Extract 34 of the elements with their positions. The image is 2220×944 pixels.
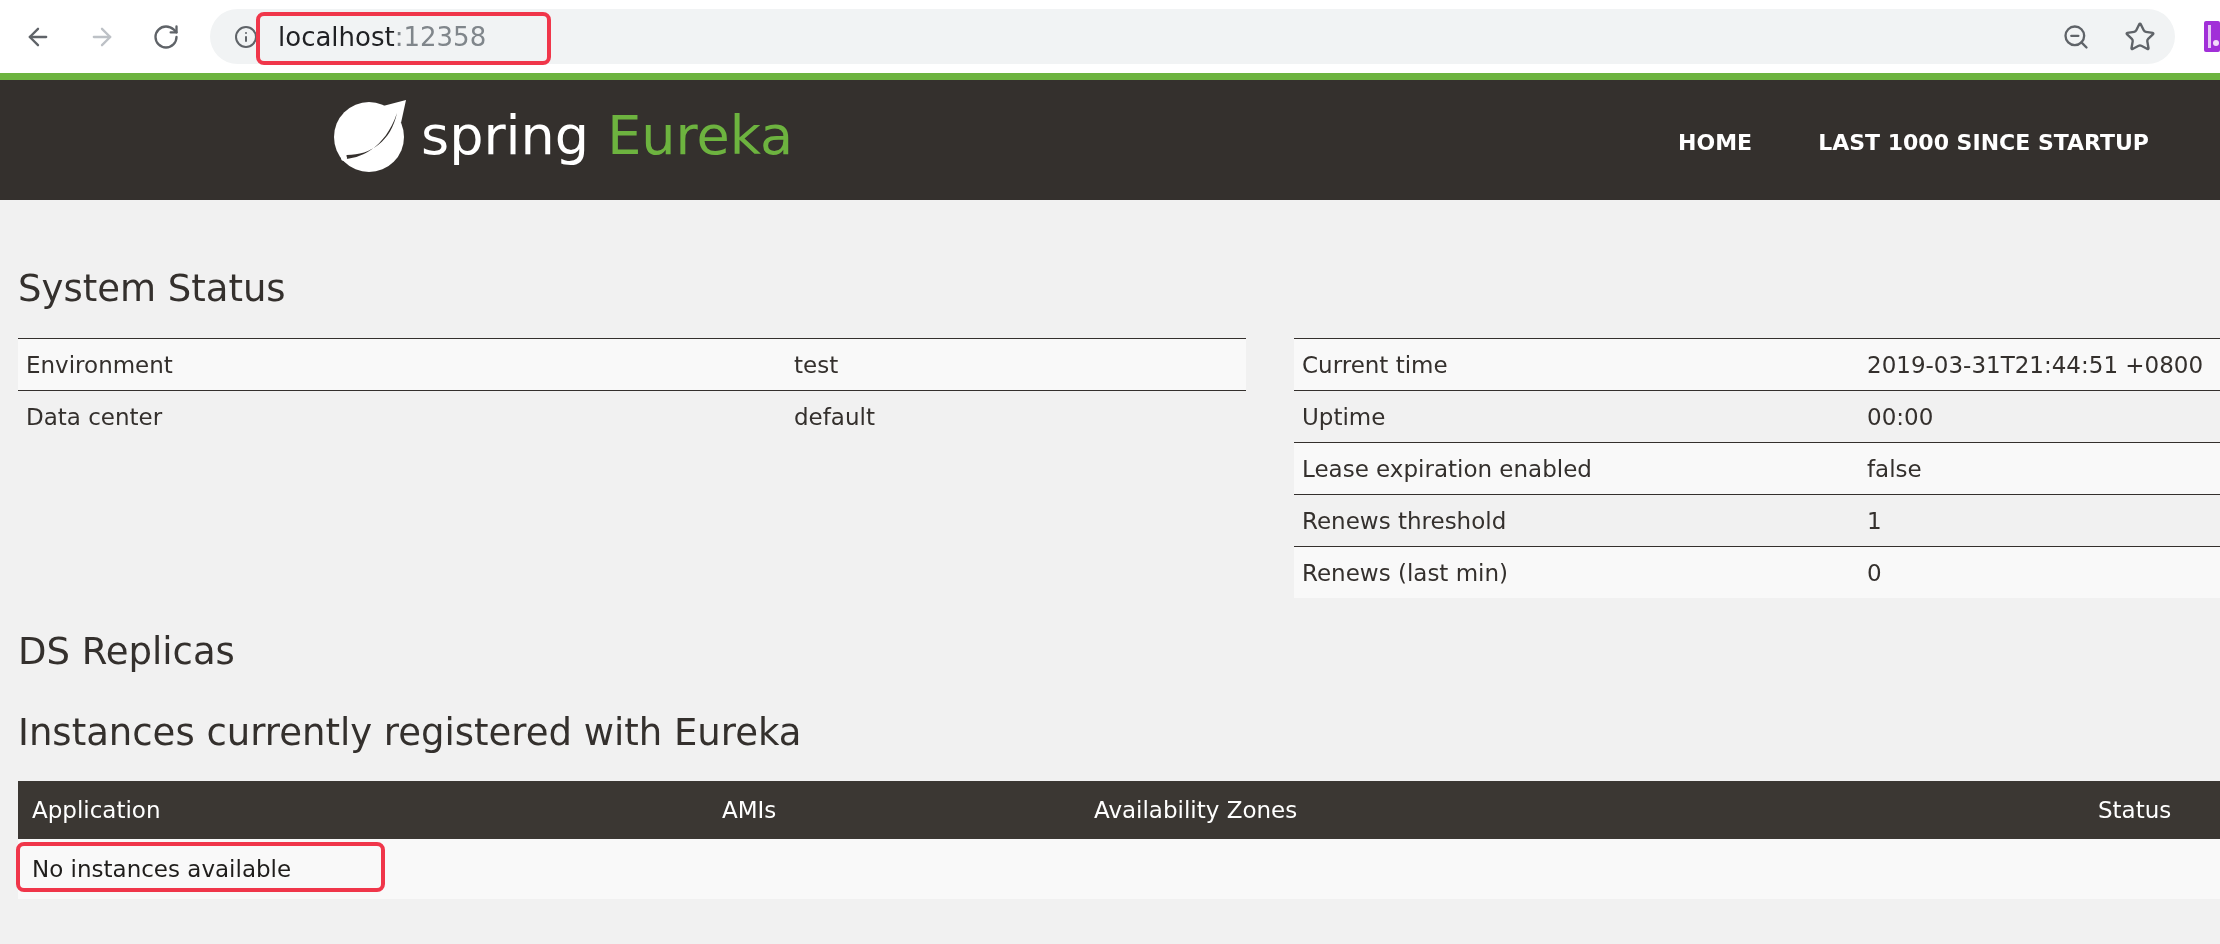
star-icon[interactable] bbox=[2124, 20, 2156, 53]
table-cell-text: test bbox=[793, 351, 840, 378]
leaf-icon bbox=[333, 99, 407, 173]
table-cell-text: Lease expiration enabled bbox=[1301, 455, 1593, 482]
product-name: Eureka bbox=[607, 109, 794, 163]
table-cell-text: 00:00 bbox=[1866, 403, 1935, 430]
table-cell-text: Uptime bbox=[1301, 403, 1387, 430]
column-header: Status bbox=[2097, 797, 2173, 823]
column-header: Application bbox=[31, 797, 162, 823]
table-cell-text: default bbox=[793, 403, 876, 430]
column-header: Availability Zones bbox=[1093, 797, 1299, 823]
section-title: Instances currently registered with Eureka bbox=[18, 712, 803, 753]
logo-wordmark: spring bbox=[421, 109, 590, 163]
empty-message: No instances available bbox=[32, 856, 292, 882]
nav-link[interactable]: HOME bbox=[1678, 129, 1753, 155]
table-cell-text: false bbox=[1866, 455, 1923, 482]
table-cell-text: Renews (last min) bbox=[1301, 559, 1510, 586]
table-cell-text: Data center bbox=[25, 403, 164, 430]
url-text[interactable]: localhost:12358 bbox=[278, 21, 487, 52]
column-header: AMIs bbox=[721, 797, 778, 823]
table-cell-text: Current time bbox=[1301, 351, 1449, 378]
zoom-out-icon[interactable] bbox=[2062, 22, 2090, 51]
section-title: System Status bbox=[18, 268, 287, 309]
reload-icon bbox=[152, 22, 180, 51]
extension-icon[interactable] bbox=[2204, 21, 2220, 52]
table-cell-text: 1 bbox=[1866, 507, 1883, 534]
table-cell-text: Environment bbox=[25, 351, 174, 378]
table-cell-text: Renews threshold bbox=[1301, 507, 1508, 534]
section-title: DS Replicas bbox=[18, 631, 236, 672]
table-cell-text: 0 bbox=[1866, 559, 1883, 586]
table-cell-text: 2019-03-31T21:44:51 +0800 bbox=[1866, 351, 2205, 378]
nav-link[interactable]: LAST 1000 SINCE STARTUP bbox=[1818, 129, 2149, 155]
info-icon[interactable] bbox=[234, 24, 258, 49]
reload-button[interactable] bbox=[152, 22, 180, 51]
